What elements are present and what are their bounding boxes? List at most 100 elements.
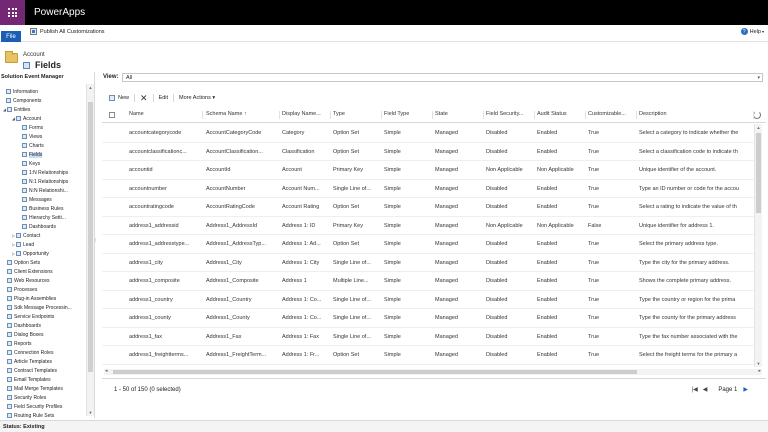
column-header[interactable]: Field Security... [486, 111, 535, 119]
table-row[interactable]: accountnumber AccountNumber Account Num...… [102, 180, 754, 198]
table-row[interactable]: accountcategorycode AccountCategoryCode Ca… [102, 124, 754, 143]
sidebar-item[interactable]: ▷ Lead [0, 240, 85, 249]
table-row[interactable]: address1_county Address1_County Address 1:… [102, 309, 754, 328]
scroll-down-icon[interactable]: ▼ [87, 409, 94, 416]
sidebar-item[interactable]: ◢ Account [0, 114, 85, 123]
sidebar-item[interactable]: Reports [0, 339, 85, 348]
scroll-up-icon[interactable]: ▲ [755, 124, 762, 131]
table-row[interactable]: address1_country Address1_Country Address … [102, 291, 754, 309]
sidebar-item[interactable]: N:1 Relationships [0, 177, 85, 186]
grid-horizontal-scrollbar[interactable]: ◂ ▸ [104, 368, 762, 375]
breadcrumb-parent[interactable]: Account [23, 52, 45, 58]
sidebar-item[interactable]: Business Rules [0, 204, 85, 213]
sidebar-item-label: Lead [23, 241, 35, 248]
sidebar-item[interactable]: Dialog Boxes [0, 330, 85, 339]
first-page-icon[interactable]: |◀ [692, 386, 698, 393]
table-cell: Disabled [486, 130, 508, 136]
scroll-up-icon[interactable]: ▲ [87, 84, 94, 91]
sidebar-item-label: Opportunity [23, 250, 49, 257]
select-all-checkbox[interactable] [109, 112, 115, 118]
grid-vscroll-thumb[interactable] [756, 133, 761, 213]
table-row[interactable]: accountclassificationc... AccountClassifi… [102, 143, 754, 161]
sidebar-item[interactable]: Dashboards [0, 222, 85, 231]
table-cell: True [588, 352, 600, 358]
sidebar-item[interactable]: Information [0, 87, 85, 96]
table-row[interactable]: address1_addresstype... Address1_AddressT… [102, 235, 754, 254]
sidebar-item[interactable]: Service Endpoints [0, 312, 85, 321]
sidebar-item[interactable]: Routing Rule Sets [0, 411, 85, 418]
scroll-left-icon[interactable]: ◂ [105, 368, 108, 374]
sidebar-item[interactable]: Fields [0, 150, 85, 159]
column-header[interactable]: Audit Status [537, 111, 586, 119]
table-row[interactable]: address1_city Address1_City Address 1: Cit… [102, 254, 754, 272]
grid-hscroll-thumb[interactable] [113, 370, 637, 374]
table-row[interactable]: address1_composite Address1_Composite Addr… [102, 272, 754, 291]
sidebar-item[interactable]: ◢ Entities [0, 105, 85, 114]
sidebar-item[interactable]: Hierarchy Setti... [0, 213, 85, 222]
entity-icon [16, 233, 21, 238]
view-select[interactable]: All ▾ [122, 73, 763, 82]
column-header[interactable]: State [435, 111, 484, 119]
sidebar-item[interactable]: Views [0, 132, 85, 141]
sidebar-item[interactable]: Sdk Message Processin... [0, 303, 85, 312]
file-button[interactable]: File [1, 31, 21, 42]
sidebar-item[interactable]: Email Templates [0, 375, 85, 384]
sidebar-item[interactable]: Connection Roles [0, 348, 85, 357]
sidebar-item[interactable]: Dashboards [0, 321, 85, 330]
table-row[interactable]: address1_addressid Address1_AddressId Addr… [102, 217, 754, 235]
grid-vertical-scrollbar[interactable]: ▲ ▼ [754, 124, 762, 367]
sidebar-item[interactable]: 1:N Relationships [0, 168, 85, 177]
table-cell: Address1_City [206, 259, 242, 266]
column-header[interactable]: Field Type [384, 111, 433, 119]
table-row[interactable]: address1_freightterms... Address1_Freight… [102, 346, 754, 365]
sidebar-item[interactable]: N:N Relationshi... [0, 186, 85, 195]
refresh-icon[interactable] [753, 111, 761, 119]
table-row[interactable]: accountid AccountId Account Primary Key Simp… [102, 161, 754, 180]
solution-tree: Information Components ◢ Entities ◢ Account Fo… [0, 87, 85, 418]
sidebar-item[interactable]: Components [0, 96, 85, 105]
table-row[interactable]: accountratingcode AccountRatingCode Accoun… [102, 198, 754, 217]
sidebar-item[interactable]: Security Roles [0, 393, 85, 402]
column-header[interactable]: Description [639, 111, 754, 119]
sidebar-item[interactable]: Keys [0, 159, 85, 168]
more-actions-button[interactable]: More Actions ▾ [174, 94, 220, 102]
column-header[interactable]: Display Name... [282, 111, 331, 119]
pane-splitter-handle[interactable]: ⁞ [95, 239, 98, 244]
new-button[interactable]: New [104, 94, 136, 102]
sidebar-item[interactable]: Field Security Profiles [0, 402, 85, 411]
column-header[interactable]: Type [333, 111, 382, 119]
scroll-down-icon[interactable]: ▼ [755, 360, 762, 367]
sidebar-item[interactable]: Messages [0, 195, 85, 204]
sidebar-item[interactable]: Mail Merge Templates [0, 384, 85, 393]
column-header[interactable]: Customizable... [588, 111, 637, 119]
sidebar-item[interactable]: Plug-in Assemblies [0, 294, 85, 303]
sidebar-item[interactable]: Contract Templates [0, 366, 85, 375]
sidebar-item[interactable]: Processes [0, 285, 85, 294]
column-header[interactable]: Name [129, 111, 203, 119]
sidebar-item[interactable]: Client Extensions [0, 267, 85, 276]
table-cell: Select the primary address type. [639, 241, 718, 247]
sidebar-scroll-thumb[interactable] [88, 102, 93, 372]
previous-page-icon[interactable]: ◀ [703, 386, 708, 393]
sidebar-item[interactable]: ▷ Contact [0, 231, 85, 240]
edit-button[interactable]: Edit [154, 94, 175, 102]
sidebar-scrollbar[interactable]: ▲ ▼ [86, 84, 94, 416]
table-cell: Disabled [486, 259, 508, 266]
publish-all-button[interactable]: Publish All Customizations [30, 28, 105, 35]
sidebar-item[interactable]: Web Resources [0, 276, 85, 285]
sidebar-item[interactable]: Forms [0, 123, 85, 132]
sidebar-item[interactable]: ▷ Opportunity [0, 249, 85, 258]
status-bar: Status: Existing [0, 420, 768, 432]
sidebar-item[interactable]: Option Sets [0, 258, 85, 267]
help-button[interactable]: ? Help ▾ [740, 28, 764, 35]
next-page-icon[interactable]: ▶ [743, 386, 748, 393]
table-row[interactable]: address1_fax Address1_Fax Address 1: Fax Si… [102, 328, 754, 346]
app-launcher-icon[interactable] [0, 0, 25, 25]
client-extensions-icon [7, 269, 12, 274]
column-header[interactable]: Schema Name ↑ [206, 111, 280, 119]
scroll-right-icon[interactable]: ▸ [758, 368, 761, 374]
sidebar-item[interactable]: Charts [0, 141, 85, 150]
delete-button[interactable]: ✕ [135, 94, 154, 103]
sidebar-item[interactable]: Article Templates [0, 357, 85, 366]
table-cell: Disabled [486, 315, 508, 321]
